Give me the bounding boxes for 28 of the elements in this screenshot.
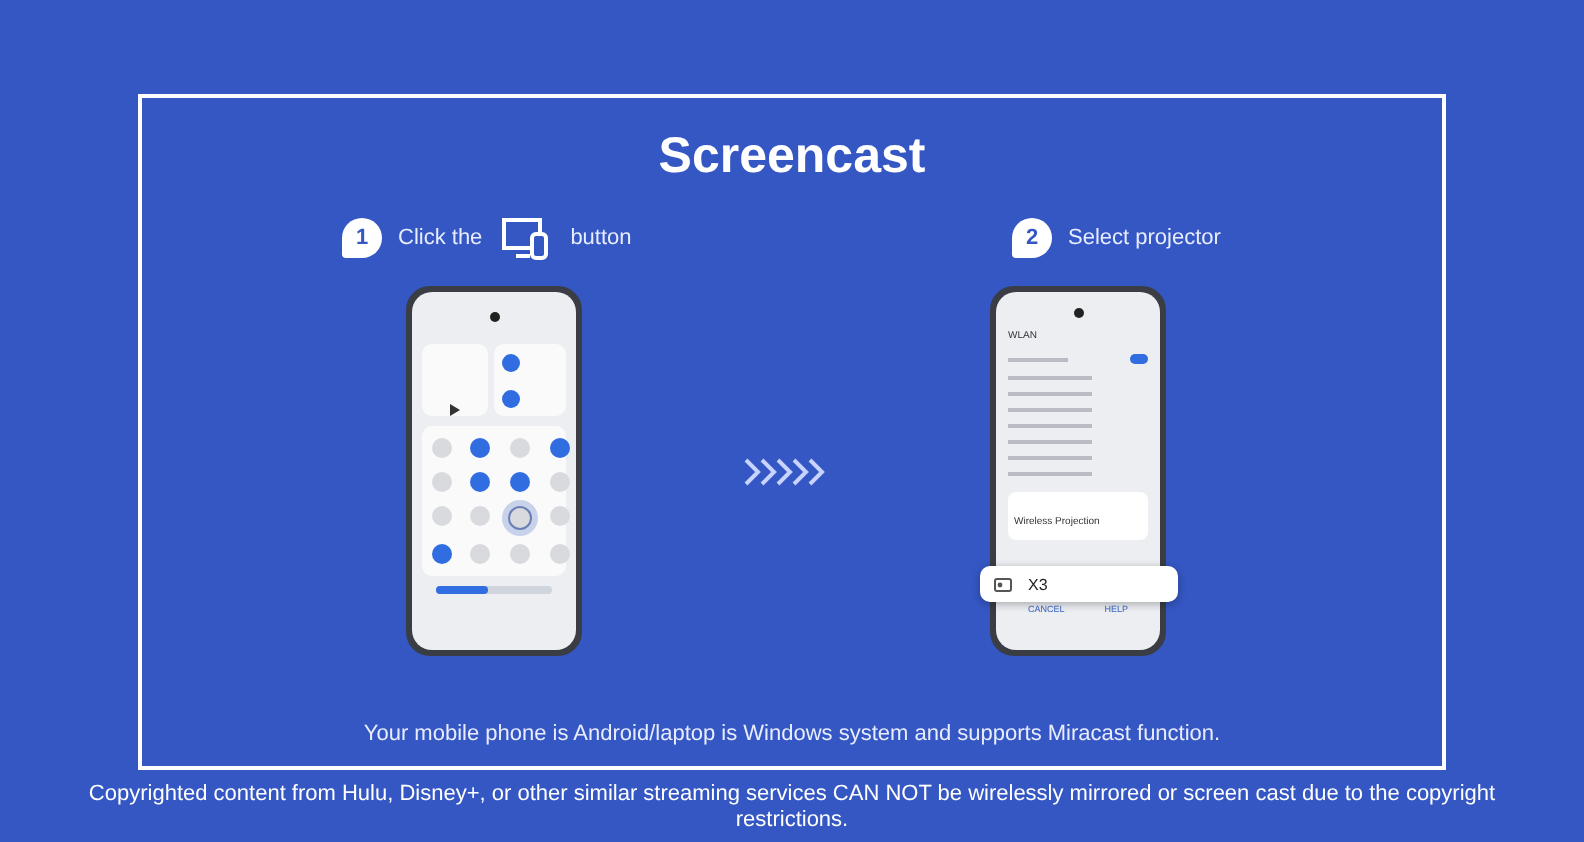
quick-setting-toggle[interactable] <box>432 544 452 564</box>
screen-title: Screencast <box>658 128 926 186</box>
quick-setting-toggle[interactable] <box>510 544 530 564</box>
step-number: 2 <box>1012 218 1052 258</box>
copyright-notice: Copyrighted content from Hulu, Disney+, or other similar streaming services CAN NOT be wirelessly mirrored or screen cast due to the copyright restrictions. <box>86 782 1498 834</box>
quick-setting-toggle[interactable] <box>470 506 490 526</box>
requirement-note: Your mobile phone is Android/laptop is Windows system and supports Miracast function. <box>363 722 1221 746</box>
quick-setting-toggle[interactable] <box>510 438 530 458</box>
projector-icon <box>994 577 1012 591</box>
chevrons-icon <box>742 455 830 487</box>
quick-setting-toggle[interactable] <box>470 544 490 564</box>
quick-setting-toggle[interactable] <box>432 438 452 458</box>
quick-setting-toggle[interactable] <box>432 506 452 526</box>
quick-setting-toggle[interactable] <box>550 544 570 564</box>
quick-setting-toggle[interactable] <box>550 438 570 458</box>
step-text: Select projector <box>1068 226 1221 250</box>
quick-setting-toggle[interactable] <box>470 472 490 492</box>
step-text: button <box>570 226 632 250</box>
quick-setting-toggle[interactable] <box>510 472 530 492</box>
quick-setting-toggle[interactable] <box>432 472 452 492</box>
step-number: 1 <box>342 218 382 258</box>
step-text: Click the <box>398 226 483 250</box>
play-icon <box>449 404 460 416</box>
quick-setting-toggle[interactable] <box>470 438 490 458</box>
device-popup[interactable]: X3 <box>980 566 1178 602</box>
quick-setting-toggle[interactable] <box>550 506 570 526</box>
quick-setting-toggle[interactable] <box>508 506 532 530</box>
quick-setting-toggle[interactable] <box>550 472 570 492</box>
